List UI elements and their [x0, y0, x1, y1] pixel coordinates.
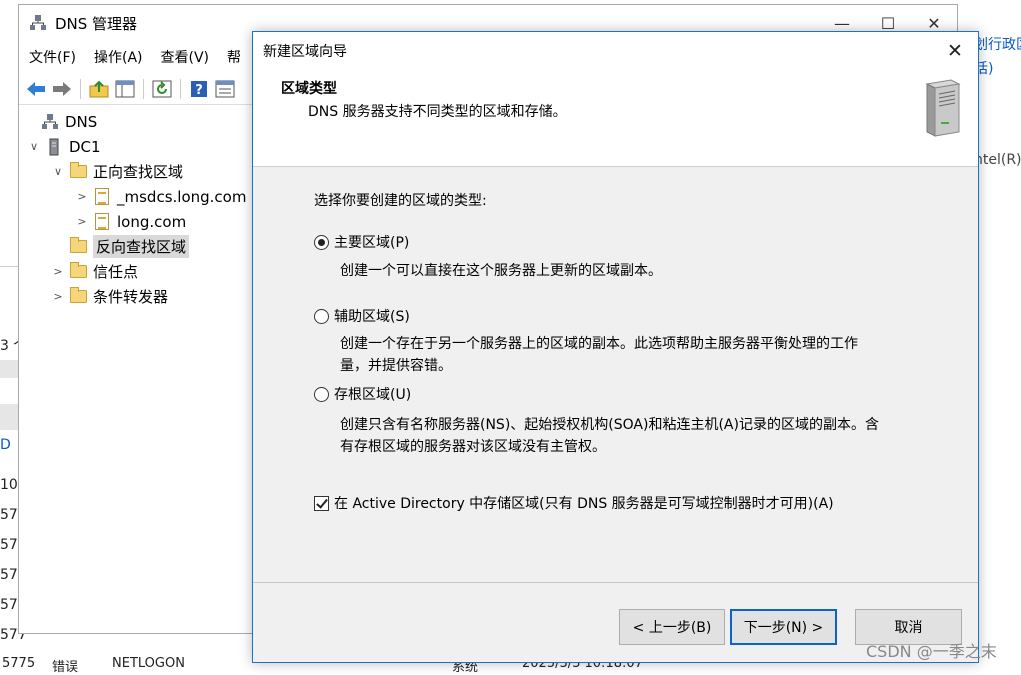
- tree-item-label: long.com: [117, 212, 187, 231]
- tree-item-label: 反向查找区域: [93, 235, 190, 258]
- store-in-ad-checkbox[interactable]: [314, 495, 329, 511]
- description-line: 创建只含有名称服务器(NS)、起始授权机构(SOA)和粘连主机(A)记录的区域的…: [340, 417, 879, 433]
- primary-zone-label: 主要区域(P): [334, 235, 410, 251]
- dns-app-icon: [29, 14, 47, 32]
- zone-type-prompt: 选择你要创建的区域的类型:: [314, 193, 487, 209]
- forward-arrow-icon[interactable]: [51, 78, 73, 100]
- stub-zone-description: 创建只含有名称服务器(NS)、起始授权机构(SOA)和粘连主机(A)记录的区域的…: [340, 414, 920, 458]
- svg-text:?: ?: [195, 83, 203, 98]
- secondary-zone-description: 创建一个存在于另一个服务器上的区域的副本。此选项帮助主服务器平衡处理的工作 量，…: [340, 333, 920, 377]
- tree-expander[interactable]: >: [75, 215, 89, 228]
- tree-item-label: 条件转发器: [93, 288, 169, 306]
- folder-icon: [68, 237, 88, 256]
- tree-item-long-zone[interactable]: > long.com: [19, 209, 255, 234]
- bg-link[interactable]: 划行政区: [974, 34, 1021, 54]
- dialog-title: 新建区域向导: [263, 44, 347, 60]
- refresh-icon[interactable]: [151, 78, 173, 100]
- bg-band: [0, 360, 20, 378]
- stub-zone-label: 存根区域(U): [334, 387, 412, 403]
- help-icon[interactable]: ?: [188, 78, 210, 100]
- wizard-step-subtitle: DNS 服务器支持不同类型的区域和存储。: [308, 104, 567, 120]
- store-in-ad-option[interactable]: 在 Active Directory 中存储区域(只有 DNS 服务器是可写域控…: [314, 493, 834, 513]
- console-tree: DNS ∨ DC1 ∨ 正向查找区域 > _msdcs.long.com > l…: [19, 109, 255, 629]
- tree-item-label: DNS: [65, 112, 98, 131]
- zone-icon: [92, 213, 112, 231]
- properties-icon[interactable]: [214, 78, 236, 100]
- menu-view[interactable]: 查看(V): [161, 47, 210, 67]
- description-line: 创建一个可以直接在这个服务器上更新的区域副本。: [340, 263, 662, 279]
- tree-item-msdcs-zone[interactable]: > _msdcs.long.com: [19, 184, 255, 209]
- bg-cell: 错误: [52, 660, 79, 675]
- toolbar-separator: [143, 78, 144, 99]
- watermark-text: CSDN @一季之末: [866, 642, 997, 661]
- tree-item-dns[interactable]: DNS: [19, 109, 255, 134]
- store-in-ad-label: 在 Active Directory 中存储区域(只有 DNS 服务器是可写域控…: [334, 496, 834, 512]
- window-title: DNS 管理器: [55, 14, 138, 33]
- primary-zone-option[interactable]: 主要区域(P): [314, 232, 409, 252]
- dialog-title-bar[interactable]: 新建区域向导: [253, 32, 978, 70]
- bg-band: [0, 404, 20, 430]
- menu-help[interactable]: 帮: [227, 47, 241, 67]
- dialog-separator: [253, 582, 978, 583]
- tree-item-reverse-lookup[interactable]: 反向查找区域: [19, 234, 255, 259]
- folder-icon: [68, 262, 88, 281]
- menu-file[interactable]: 文件(F): [29, 47, 76, 67]
- dialog-close-button[interactable]: ✕: [938, 34, 972, 68]
- bg-cell: 5775: [2, 656, 36, 671]
- tree-item-forward-lookup[interactable]: ∨ 正向查找区域: [19, 159, 255, 184]
- tree-item-label: _msdcs.long.com: [117, 187, 247, 206]
- tree-expander[interactable]: >: [51, 265, 65, 278]
- server-tower-icon: [921, 78, 963, 138]
- tree-expander[interactable]: >: [75, 190, 89, 203]
- next-button[interactable]: 下一步(N) >: [730, 609, 837, 645]
- back-arrow-icon[interactable]: [25, 78, 47, 100]
- folder-up-icon[interactable]: [88, 78, 110, 100]
- dns-server-icon: [40, 113, 60, 131]
- toolbar-separator: [80, 78, 81, 99]
- description-line: 有存根区域的服务器对该区域没有主管权。: [340, 439, 606, 455]
- description-line: 量，并提供容错。: [340, 358, 452, 374]
- folder-icon: [68, 287, 88, 306]
- bg-cpu-text: ntel(R): [974, 152, 1021, 168]
- tree-item-label: 正向查找区域: [93, 163, 184, 181]
- secondary-zone-radio[interactable]: [314, 308, 329, 324]
- menu-action[interactable]: 操作(A): [94, 47, 143, 67]
- bg-cell: NETLOGON: [112, 656, 185, 671]
- stub-zone-radio[interactable]: [314, 386, 329, 402]
- server-icon: [44, 138, 64, 156]
- tree-expander[interactable]: >: [51, 290, 65, 303]
- primary-zone-radio[interactable]: [314, 234, 329, 250]
- primary-zone-description: 创建一个可以直接在这个服务器上更新的区域副本。: [340, 260, 920, 282]
- tree-item-dc1[interactable]: ∨ DC1: [19, 134, 255, 159]
- new-zone-wizard-dialog: 新建区域向导 ✕ 区域类型 DNS 服务器支持不同类型的区域和存储。 选择你要创…: [252, 31, 979, 663]
- toolbar-separator: [180, 78, 181, 99]
- zone-icon: [92, 188, 112, 206]
- tree-item-trust-points[interactable]: > 信任点: [19, 259, 255, 284]
- back-button[interactable]: < 上一步(B): [619, 609, 725, 645]
- description-line: 创建一个存在于另一个服务器上的区域的副本。此选项帮助主服务器平衡处理的工作: [340, 336, 858, 352]
- tree-expander[interactable]: ∨: [27, 140, 41, 153]
- secondary-zone-option[interactable]: 辅助区域(S): [314, 306, 410, 326]
- tree-item-conditional-forwarders[interactable]: > 条件转发器: [19, 284, 255, 309]
- folder-icon: [68, 162, 88, 181]
- tree-expander[interactable]: ∨: [51, 165, 65, 178]
- tree-item-label: DC1: [69, 137, 101, 156]
- tree-item-label: 信任点: [93, 263, 139, 281]
- show-hide-tree-icon[interactable]: [114, 78, 136, 100]
- bg-divider: [0, 266, 20, 267]
- stub-zone-option[interactable]: 存根区域(U): [314, 384, 411, 404]
- secondary-zone-label: 辅助区域(S): [334, 309, 410, 325]
- wizard-step-title: 区域类型: [281, 81, 337, 97]
- bg-column-header: D: [0, 437, 11, 453]
